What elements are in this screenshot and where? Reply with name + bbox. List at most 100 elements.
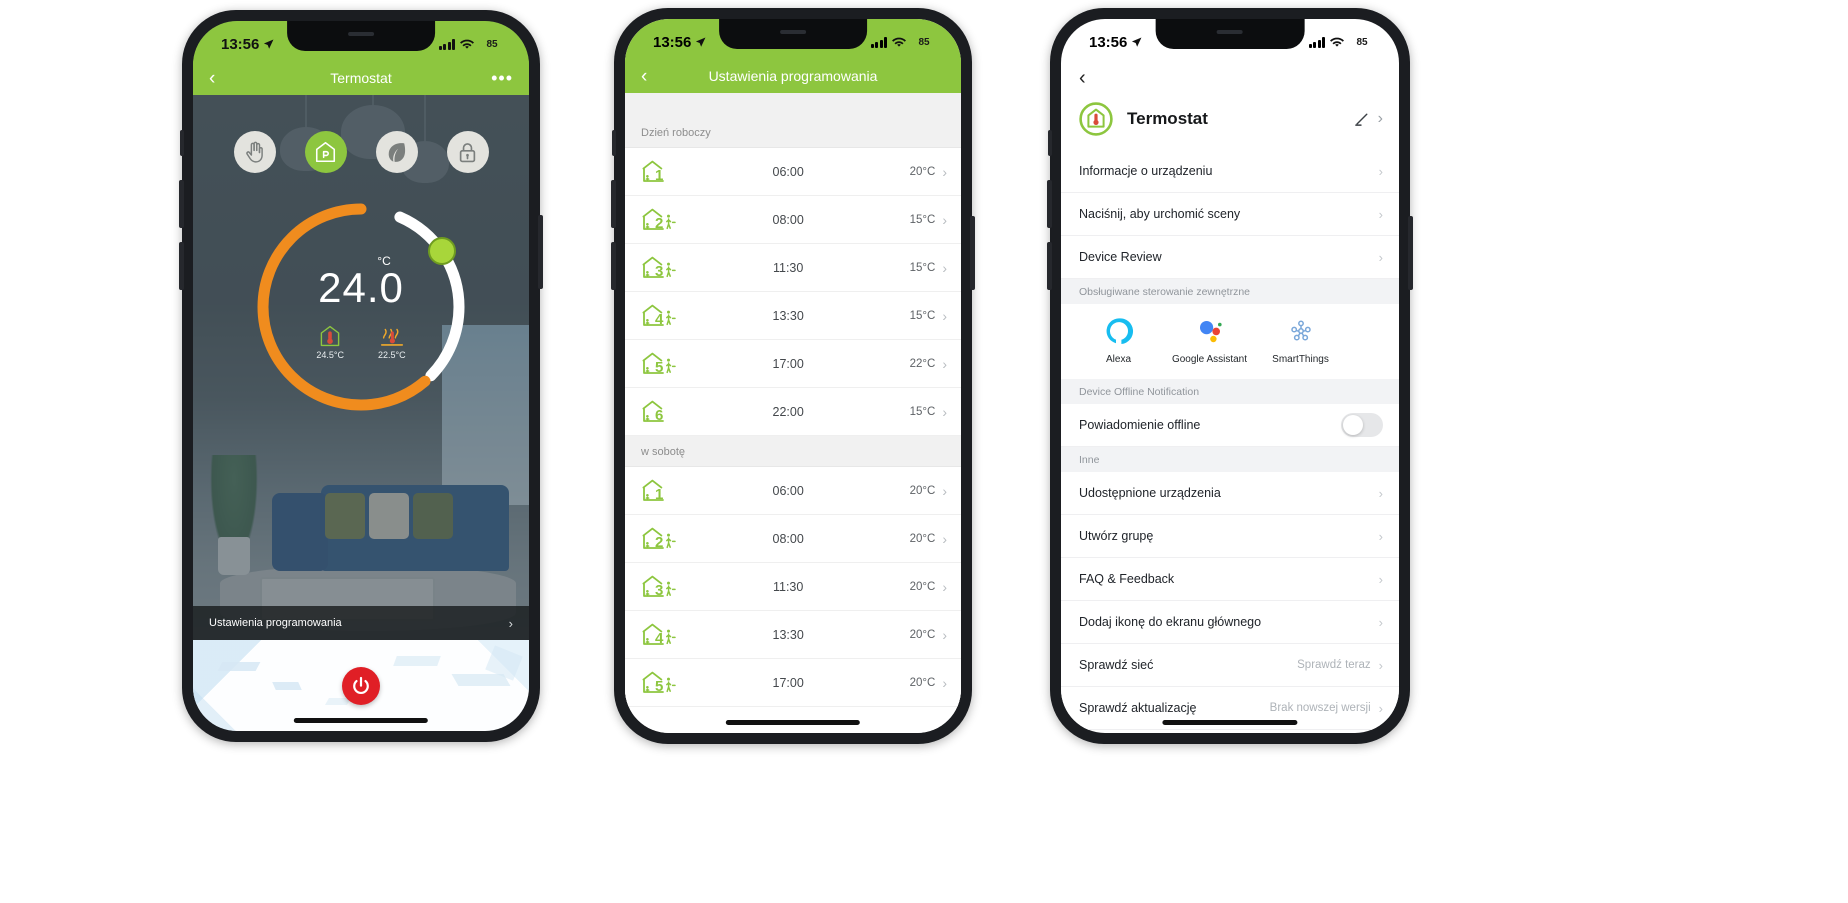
wifi-icon <box>1330 37 1344 47</box>
room-temperature-value: 24.5°C <box>316 350 344 360</box>
house-person-1-icon: 1 <box>642 479 664 503</box>
house-person-2-icon: 2 <box>642 527 676 551</box>
status-time: 13:56 <box>221 35 260 53</box>
phone-schedule-settings: 13:56 85 ‹ Ustawienia programowania Dzie… <box>611 8 975 744</box>
chevron-right-icon: › <box>942 626 947 643</box>
schedule-section-header: w sobotę <box>625 436 961 467</box>
svg-text:1: 1 <box>655 167 663 184</box>
schedule-slot-icon: 1 <box>641 476 687 506</box>
schedule-row[interactable]: 6 22:00 15°C › <box>625 388 961 436</box>
offline-notification-toggle[interactable] <box>1341 413 1383 437</box>
schedule-row[interactable]: 2 08:00 20°C › <box>625 515 961 563</box>
schedule-row[interactable]: 5 17:00 20°C › <box>625 659 961 707</box>
svg-text:1: 1 <box>655 486 663 503</box>
page-title: Termostat <box>330 70 392 86</box>
schedule-settings-label: Ustawienia programowania <box>209 617 342 629</box>
schedule-list[interactable]: Dzień roboczy 1 06:00 20°C › 2 08:00 15°C › 3 11:3… <box>625 93 961 733</box>
schedule-slot-icon: 5 <box>641 349 687 379</box>
schedule-row[interactable]: 1 06:00 20°C › <box>625 148 961 196</box>
cellular-bars-icon <box>870 36 887 48</box>
volume-up-button[interactable] <box>1047 180 1052 228</box>
schedule-temperature: 15°C <box>909 405 936 418</box>
power-side-button[interactable] <box>970 216 975 290</box>
power-side-button[interactable] <box>1408 216 1413 290</box>
svg-text:6: 6 <box>655 407 663 424</box>
settings-top-group: Informacje o urządzeniu › Naciśnij, aby ur… <box>1061 150 1399 279</box>
silent-switch[interactable] <box>612 130 616 156</box>
house-person-4-icon: 4 <box>642 304 676 328</box>
volume-down-button[interactable] <box>179 242 184 290</box>
notch <box>1155 19 1305 49</box>
settings-row[interactable]: Naciśnij, aby urchomić sceny › <box>1061 193 1399 236</box>
schedule-time: 06:00 <box>772 483 804 498</box>
mode-lock-button[interactable] <box>446 131 489 173</box>
mode-program-button[interactable] <box>304 131 347 173</box>
schedule-temperature: 15°C <box>909 261 936 274</box>
schedule-row[interactable]: 3 11:30 15°C › <box>625 244 961 292</box>
offline-notification-label: Powiadomienie offline <box>1079 418 1201 432</box>
schedule-time: 17:00 <box>772 356 804 371</box>
settings-row[interactable]: Informacje o urządzeniu › <box>1061 150 1399 193</box>
settings-row[interactable]: Sprawdź sieć Sprawdź teraz › <box>1061 644 1399 687</box>
settings-row[interactable]: Dodaj ikonę do ekranu głównego › <box>1061 601 1399 644</box>
home-indicator[interactable] <box>725 720 861 725</box>
schedule-time: 13:30 <box>772 308 804 323</box>
schedule-row[interactable]: 5 17:00 22°C › <box>625 340 961 388</box>
schedule-row[interactable]: 3 11:30 20°C › <box>625 563 961 611</box>
schedule-slot-icon: 1 <box>641 157 687 187</box>
svg-text:4: 4 <box>655 311 664 328</box>
temperature-dial[interactable]: °C 24.0 24.5°C 22.5°C <box>245 191 477 423</box>
power-icon <box>353 676 369 694</box>
schedule-row[interactable]: 2 08:00 15°C › <box>625 196 961 244</box>
chevron-right-icon: › <box>942 163 947 180</box>
schedule-settings-bar[interactable]: Ustawienia programowania › <box>193 606 529 640</box>
mode-manual-button[interactable] <box>233 131 276 173</box>
settings-row[interactable]: Device Review › <box>1061 236 1399 279</box>
schedule-row[interactable]: 4 13:30 15°C › <box>625 292 961 340</box>
assistant-alexa[interactable]: Alexa <box>1077 316 1160 365</box>
mode-buttons <box>193 131 529 173</box>
settings-row[interactable]: FAQ & Feedback › <box>1061 558 1399 601</box>
silent-switch[interactable] <box>1048 130 1052 156</box>
leaf-icon <box>388 142 406 162</box>
floor-temperature-value: 22.5°C <box>378 350 406 360</box>
settings-row-label: Udostępnione urządzenia <box>1079 486 1221 500</box>
notch <box>719 19 867 49</box>
home-indicator[interactable] <box>1162 720 1298 725</box>
house-person-3-icon: 3 <box>642 256 676 280</box>
settings-row[interactable]: Utwórz grupę › <box>1061 515 1399 558</box>
schedule-row[interactable]: 4 13:30 20°C › <box>625 611 961 659</box>
back-button[interactable]: ‹ <box>1061 59 1399 92</box>
volume-up-button[interactable] <box>179 180 184 228</box>
heating-thermometer-icon <box>380 328 403 346</box>
chevron-right-icon: › <box>1378 657 1383 673</box>
silent-switch[interactable] <box>180 130 184 156</box>
schedule-temperature: 22°C <box>909 357 936 370</box>
svg-text:3: 3 <box>655 263 663 280</box>
mode-eco-button[interactable] <box>375 131 418 173</box>
assistant-smartthings[interactable]: SmartThings <box>1259 316 1342 365</box>
page-title: Ustawienia programowania <box>708 68 878 84</box>
power-toggle-button[interactable] <box>342 666 380 705</box>
volume-up-button[interactable] <box>611 180 616 228</box>
chevron-right-icon: › <box>508 615 513 631</box>
schedule-row[interactable]: 1 06:00 20°C › <box>625 467 961 515</box>
house-p-icon <box>315 141 336 162</box>
power-side-button[interactable] <box>538 215 543 289</box>
offline-notification-row[interactable]: Powiadomienie offline <box>1061 404 1399 447</box>
schedule-time: 11:30 <box>772 579 804 594</box>
volume-down-button[interactable] <box>611 242 616 290</box>
status-time: 13:56 <box>653 33 692 51</box>
settings-row[interactable]: Udostępnione urządzenia › <box>1061 472 1399 515</box>
schedule-time: 17:00 <box>772 675 804 690</box>
svg-text:5: 5 <box>655 359 663 376</box>
volume-down-button[interactable] <box>1047 242 1052 290</box>
house-person-5-icon: 5 <box>642 352 676 376</box>
pencil-icon[interactable] <box>1354 112 1369 127</box>
device-header-row[interactable]: Termostat › <box>1061 92 1399 150</box>
hand-icon <box>246 141 263 163</box>
home-indicator[interactable] <box>293 718 429 723</box>
assistant-google[interactable]: Google Assistant <box>1168 316 1251 365</box>
schedule-temperature: 15°C <box>909 213 936 226</box>
settings-row-label: Utwórz grupę <box>1079 529 1154 543</box>
